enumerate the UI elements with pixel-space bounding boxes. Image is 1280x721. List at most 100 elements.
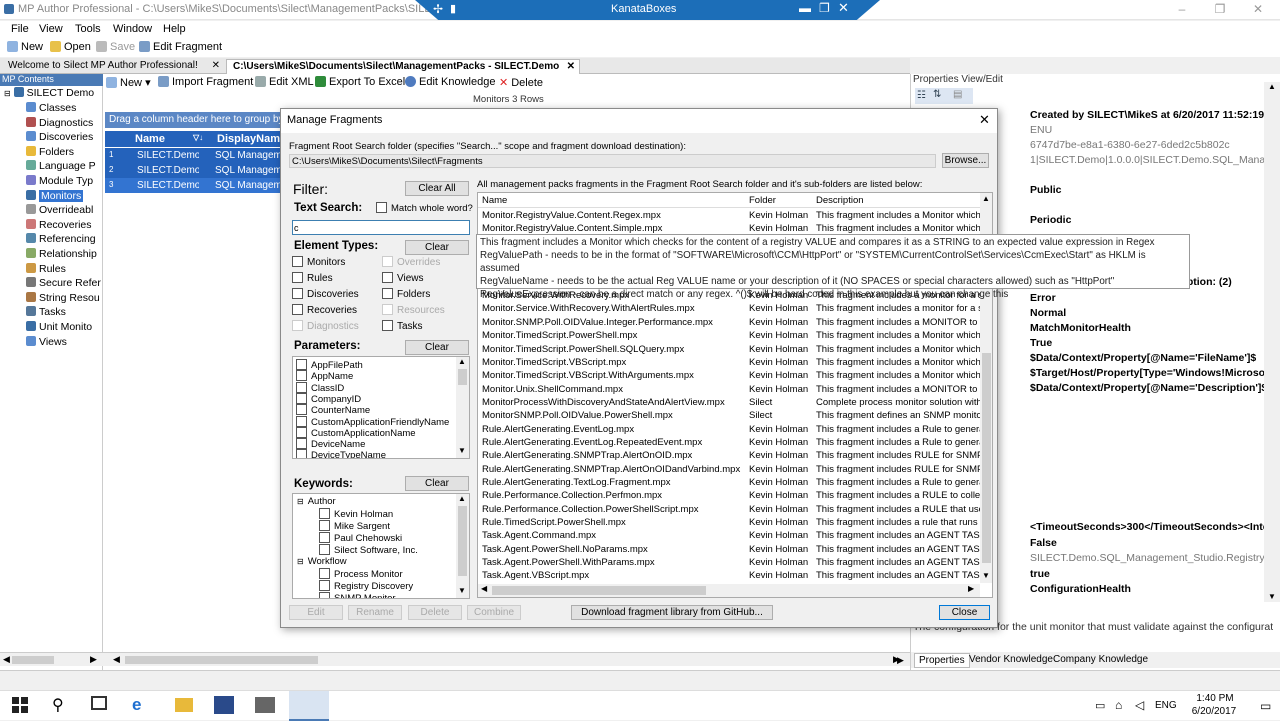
scroll-thumb[interactable] <box>12 656 54 664</box>
task-view-icon[interactable] <box>91 696 107 710</box>
fragment-row[interactable]: Rule.AlertGenerating.EventLog.RepeatedEv… <box>478 436 985 449</box>
close-button[interactable]: Close <box>939 605 990 620</box>
checkbox-box[interactable] <box>382 320 393 331</box>
text-search-input[interactable] <box>292 220 470 235</box>
fragment-row[interactable]: Rule.AlertGenerating.SNMPTrap.AlertOnOID… <box>478 449 985 462</box>
checkbox-box[interactable] <box>296 370 307 382</box>
parameter-item[interactable]: ClassID <box>296 381 344 394</box>
categorized-icon[interactable]: ☷ <box>917 90 926 101</box>
checkbox-box[interactable] <box>319 520 330 531</box>
parameter-item[interactable]: DeviceTypeName <box>296 449 386 458</box>
tree-item-language-p[interactable]: Language P <box>0 160 103 175</box>
keyword-item[interactable]: Process Monitor <box>319 568 403 580</box>
scroll-left-icon[interactable]: ◀ <box>481 584 487 593</box>
scroll-down-icon[interactable]: ▼ <box>458 586 466 595</box>
fragment-row[interactable]: MonitorSNMP.Poll.OIDValue.PowerShell.mpx… <box>478 409 985 422</box>
parameter-item[interactable]: CustomApplicationName <box>296 426 416 439</box>
tree-item-overrideabl[interactable]: Overrideabl <box>0 204 103 219</box>
checkbox-box[interactable] <box>296 359 307 370</box>
mp-author-icon[interactable] <box>214 696 234 714</box>
tree-item-tasks[interactable]: Tasks <box>0 306 103 321</box>
tree-item-unit-monito[interactable]: Unit Monito <box>0 321 103 336</box>
checkbox-box[interactable] <box>319 568 330 579</box>
tree-item-rules[interactable]: Rules <box>0 262 103 278</box>
checkbox-box[interactable] <box>319 592 330 598</box>
edit-fragment-button[interactable]: Edit Fragment <box>139 41 222 53</box>
restore-icon[interactable]: ❐ <box>1210 2 1230 16</box>
parameter-item[interactable]: AppFilePath <box>296 359 363 371</box>
keyword-item[interactable]: ⊟ Author <box>297 496 336 507</box>
tree-item-diagnostics[interactable]: Diagnostics <box>0 116 103 132</box>
checkbox-box[interactable] <box>382 272 393 283</box>
keyword-item[interactable]: SNMP Monitor <box>319 592 396 598</box>
parameters-scrollbar[interactable]: ▲ ▼ <box>456 357 469 458</box>
fragment-row[interactable]: Monitor.SNMP.Poll.OIDValue.Integer.Perfo… <box>478 316 985 329</box>
fragment-row[interactable]: Rule.TimedScript.PowerShell.mpx Kevin Hol… <box>478 516 985 529</box>
keyword-item[interactable]: ⊟ Workflow <box>297 556 347 567</box>
keyword-item[interactable]: Paul Chehowski <box>319 532 402 544</box>
new-dropdown-button[interactable]: New ▾ <box>106 76 151 89</box>
fragment-row[interactable]: Rule.Performance.Collection.PowerShellSc… <box>478 503 985 516</box>
active-task-icon[interactable] <box>289 691 329 721</box>
keyword-item[interactable]: Registry Discovery <box>319 580 413 592</box>
menu-file[interactable]: File <box>11 23 29 35</box>
column-folder[interactable]: Folder <box>749 195 776 206</box>
download-github-button[interactable]: Download fragment library from GitHub... <box>571 605 773 620</box>
scroll-up-icon[interactable]: ▲ <box>458 357 466 366</box>
remote-restore-icon[interactable]: ❐ <box>819 1 830 15</box>
checkbox-box[interactable] <box>319 544 330 555</box>
fragment-row[interactable]: Monitor.RegistryValue.Content.Regex.mpx K… <box>478 209 985 222</box>
parameters-list[interactable]: AppFilePath AppName ClassID CompanyID Counte… <box>292 356 470 459</box>
open-button[interactable]: Open <box>50 41 91 53</box>
collapse-icon[interactable]: ⊟ <box>297 557 304 566</box>
collapse-icon[interactable]: ⊟ <box>297 497 304 506</box>
tray-icon[interactable]: ▭ <box>1095 699 1105 712</box>
type-discoveries-checkbox[interactable]: Discoveries <box>292 288 359 300</box>
parameter-item[interactable]: CompanyID <box>296 392 361 405</box>
match-whole-word-checkbox[interactable]: Match whole word? <box>376 202 473 214</box>
keyword-item[interactable]: Mike Sargent <box>319 520 390 532</box>
tree-item-recoveries[interactable]: Recoveries <box>0 218 103 234</box>
filter-icon[interactable]: ▽↓ <box>193 133 203 142</box>
edit-xml-button[interactable]: Edit XML <box>255 76 314 88</box>
type-tasks-checkbox[interactable]: Tasks <box>382 320 423 332</box>
scroll-left-icon[interactable]: ◀ <box>3 654 10 665</box>
column-name[interactable]: Name <box>135 133 165 145</box>
clock-date[interactable]: 6/20/2017 <box>1184 706 1244 717</box>
dialog-close-icon[interactable]: ✕ <box>979 112 990 128</box>
tab-company-knowledge[interactable]: Company Knowledge <box>1053 654 1148 665</box>
table-row[interactable]: 2 SILECT.Demo.S SQL Managemen <box>105 163 283 178</box>
center-scrollbar[interactable]: ◀ ▶ <box>103 652 910 666</box>
scroll-thumb[interactable] <box>458 369 467 385</box>
fragment-row[interactable]: Monitor.TimedScript.PowerShell.mpx Kevin … <box>478 329 985 342</box>
checkbox-box[interactable] <box>296 415 307 427</box>
clock-time[interactable]: 1:40 PM <box>1190 693 1240 704</box>
scroll-thumb[interactable] <box>492 586 706 595</box>
volume-icon[interactable]: ◁ <box>1135 698 1144 712</box>
tab-close-icon[interactable]: ✕ <box>567 61 575 72</box>
keyword-item[interactable]: Kevin Holman <box>319 508 393 520</box>
fragment-row[interactable]: Monitor.Unix.ShellCommand.mpx Kevin Holma… <box>478 383 985 396</box>
scroll-left-icon[interactable]: ◀ <box>113 654 120 665</box>
tree-item-string-resou[interactable]: String Resou <box>0 291 103 307</box>
fragment-row[interactable]: Task.Agent.PowerShell.NoParams.mpx Kevin … <box>478 543 985 556</box>
tree-item-folders[interactable]: Folders <box>0 145 103 161</box>
delete-button[interactable]: ✕ Delete <box>499 76 543 89</box>
pin-icon[interactable]: ✢ <box>433 2 443 16</box>
save-button[interactable]: Save <box>96 41 135 53</box>
checkbox-box[interactable] <box>292 304 303 315</box>
scroll-up-icon[interactable]: ▲ <box>458 494 466 503</box>
language-indicator[interactable]: ENG <box>1155 700 1177 711</box>
fragment-row[interactable]: MonitorProcessWithDiscoveryAndStateAndAl… <box>478 396 985 409</box>
close-icon[interactable]: ✕ <box>1248 2 1268 16</box>
checkbox-box[interactable] <box>382 288 393 299</box>
new-button[interactable]: New <box>7 41 43 53</box>
scroll-down-icon[interactable]: ▼ <box>982 571 990 580</box>
search-icon[interactable]: ⚲ <box>52 695 64 715</box>
scroll-thumb[interactable] <box>458 506 467 576</box>
left-scrollbar[interactable]: ◀ ▶ <box>0 652 103 666</box>
tab-vendor-knowledge[interactable]: Vendor Knowledge <box>969 654 1053 665</box>
fragment-row[interactable]: Task.Agent.PowerShell.WithParams.mpx Kevi… <box>478 556 985 569</box>
column-name[interactable]: Name <box>482 195 507 206</box>
type-rules-checkbox[interactable]: Rules <box>292 272 333 284</box>
